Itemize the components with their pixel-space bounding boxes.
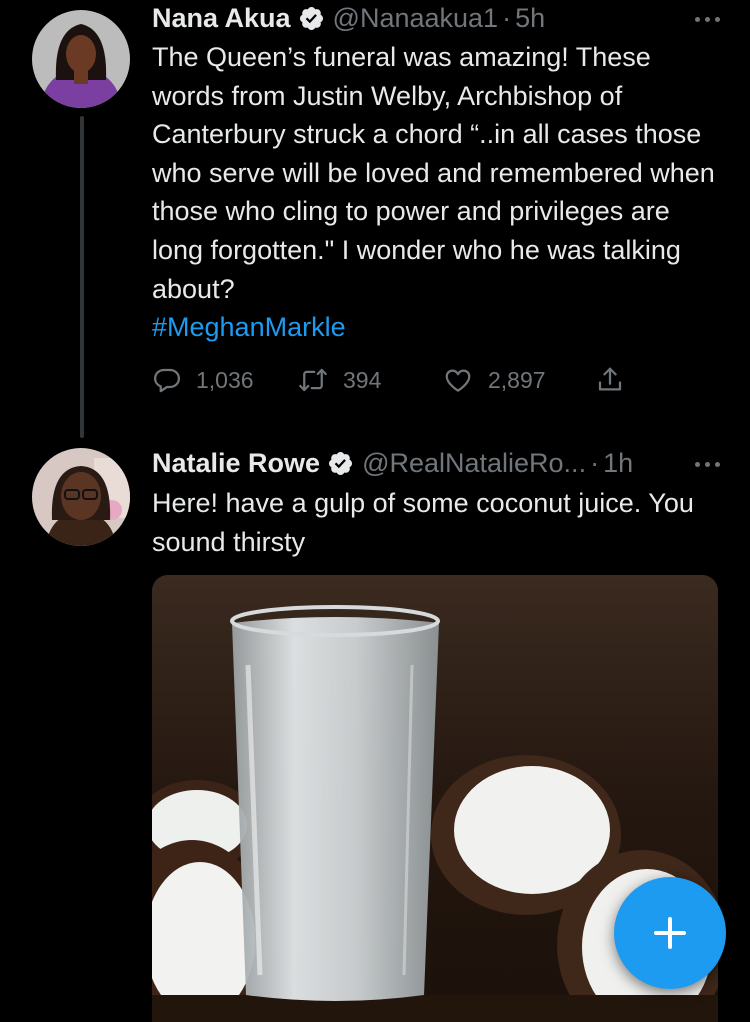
tweet-header: Natalie Rowe @RealNatalieRo... · 1h	[152, 446, 633, 480]
timestamp[interactable]: 1h	[603, 446, 633, 480]
reply-count: 1,036	[196, 366, 254, 393]
share-button[interactable]	[595, 362, 625, 398]
retweet-button[interactable]: 394	[297, 362, 381, 398]
share-icon	[595, 365, 625, 395]
like-count: 2,897	[488, 366, 546, 393]
author-handle[interactable]: @RealNatalieRo...	[362, 446, 586, 480]
tweet-actions: 1,036 394 2,897	[152, 362, 632, 398]
retweet-icon	[297, 365, 329, 395]
author-name[interactable]: Natalie Rowe	[152, 446, 320, 480]
more-dots-icon[interactable]	[695, 17, 720, 22]
separator-dot: ·	[502, 3, 512, 33]
compose-tweet-button[interactable]	[614, 877, 726, 989]
tweet-text: Here! have a gulp of some coconut juice.…	[152, 484, 727, 561]
author-name[interactable]: Nana Akua	[152, 1, 291, 35]
reply-button[interactable]: 1,036	[152, 362, 254, 398]
plus-icon	[648, 911, 692, 955]
author-handle[interactable]: @Nanaakua1	[333, 1, 499, 35]
tweet-header: Nana Akua @Nanaakua1 · 5h	[152, 1, 545, 35]
thread-line	[80, 116, 84, 438]
tweet-body: Here! have a gulp of some coconut juice.…	[152, 488, 694, 557]
avatar[interactable]	[32, 448, 130, 546]
heart-icon	[442, 365, 474, 395]
verified-badge-icon	[327, 450, 354, 477]
timestamp[interactable]: 5h	[515, 1, 545, 35]
tweet-text: The Queen’s funeral was amazing! These w…	[152, 38, 727, 347]
retweet-count: 394	[343, 366, 382, 393]
like-button[interactable]: 2,897	[442, 362, 546, 398]
separator-dot: ·	[590, 448, 600, 478]
reply-icon	[152, 365, 182, 395]
hashtag-link[interactable]: #MeghanMarkle	[152, 308, 727, 347]
avatar[interactable]	[32, 10, 130, 108]
more-dots-icon[interactable]	[695, 462, 720, 467]
verified-badge-icon	[298, 5, 325, 32]
tweet-body: The Queen’s funeral was amazing! These w…	[152, 42, 715, 304]
